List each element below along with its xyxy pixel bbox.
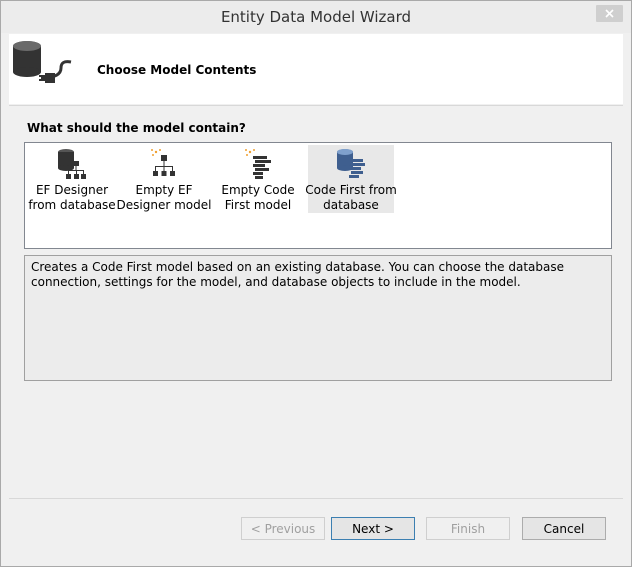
choice-label: Empty EF Designer model	[116, 183, 212, 212]
wizard-header: Choose Model Contents	[9, 34, 623, 104]
choice-ef-designer-from-database[interactable]: EF Designer from database	[28, 145, 116, 213]
ef-designer-database-icon	[58, 149, 86, 179]
choice-label: Code First from database	[305, 183, 397, 212]
close-button[interactable]	[596, 5, 623, 22]
choice-label: Empty Code First model	[221, 183, 295, 212]
model-choices-list[interactable]: EF Designer from database Empty EF Desig…	[24, 142, 612, 249]
description-text: Creates a Code First model based on an e…	[31, 260, 565, 289]
empty-ef-designer-icon	[151, 149, 175, 176]
choice-label: EF Designer from database	[28, 183, 116, 212]
choice-code-first-from-database[interactable]: Code First from database	[305, 145, 397, 213]
cancel-button[interactable]: Cancel	[522, 517, 606, 540]
database-plug-icon	[13, 41, 72, 83]
choice-empty-code-first-model[interactable]: Empty Code First model	[215, 145, 301, 213]
choice-empty-ef-designer-model[interactable]: Empty EF Designer model	[117, 145, 211, 213]
header-divider	[9, 105, 623, 106]
code-first-database-icon	[337, 149, 365, 178]
close-icon	[605, 9, 614, 18]
title-bar[interactable]: Entity Data Model Wizard	[1, 1, 631, 33]
description-box: Creates a Code First model based on an e…	[24, 255, 612, 381]
wizard-window: Entity Data Model Wizard Choose Model Co…	[0, 0, 632, 567]
question-label: What should the model contain?	[27, 121, 246, 135]
finish-button[interactable]: Finish	[426, 517, 510, 540]
empty-code-first-icon	[245, 149, 271, 179]
next-button[interactable]: Next >	[331, 517, 415, 540]
page-title: Choose Model Contents	[97, 63, 257, 77]
footer-divider	[9, 498, 623, 499]
previous-button[interactable]: < Previous	[241, 517, 325, 540]
window-title: Entity Data Model Wizard	[220, 8, 412, 26]
